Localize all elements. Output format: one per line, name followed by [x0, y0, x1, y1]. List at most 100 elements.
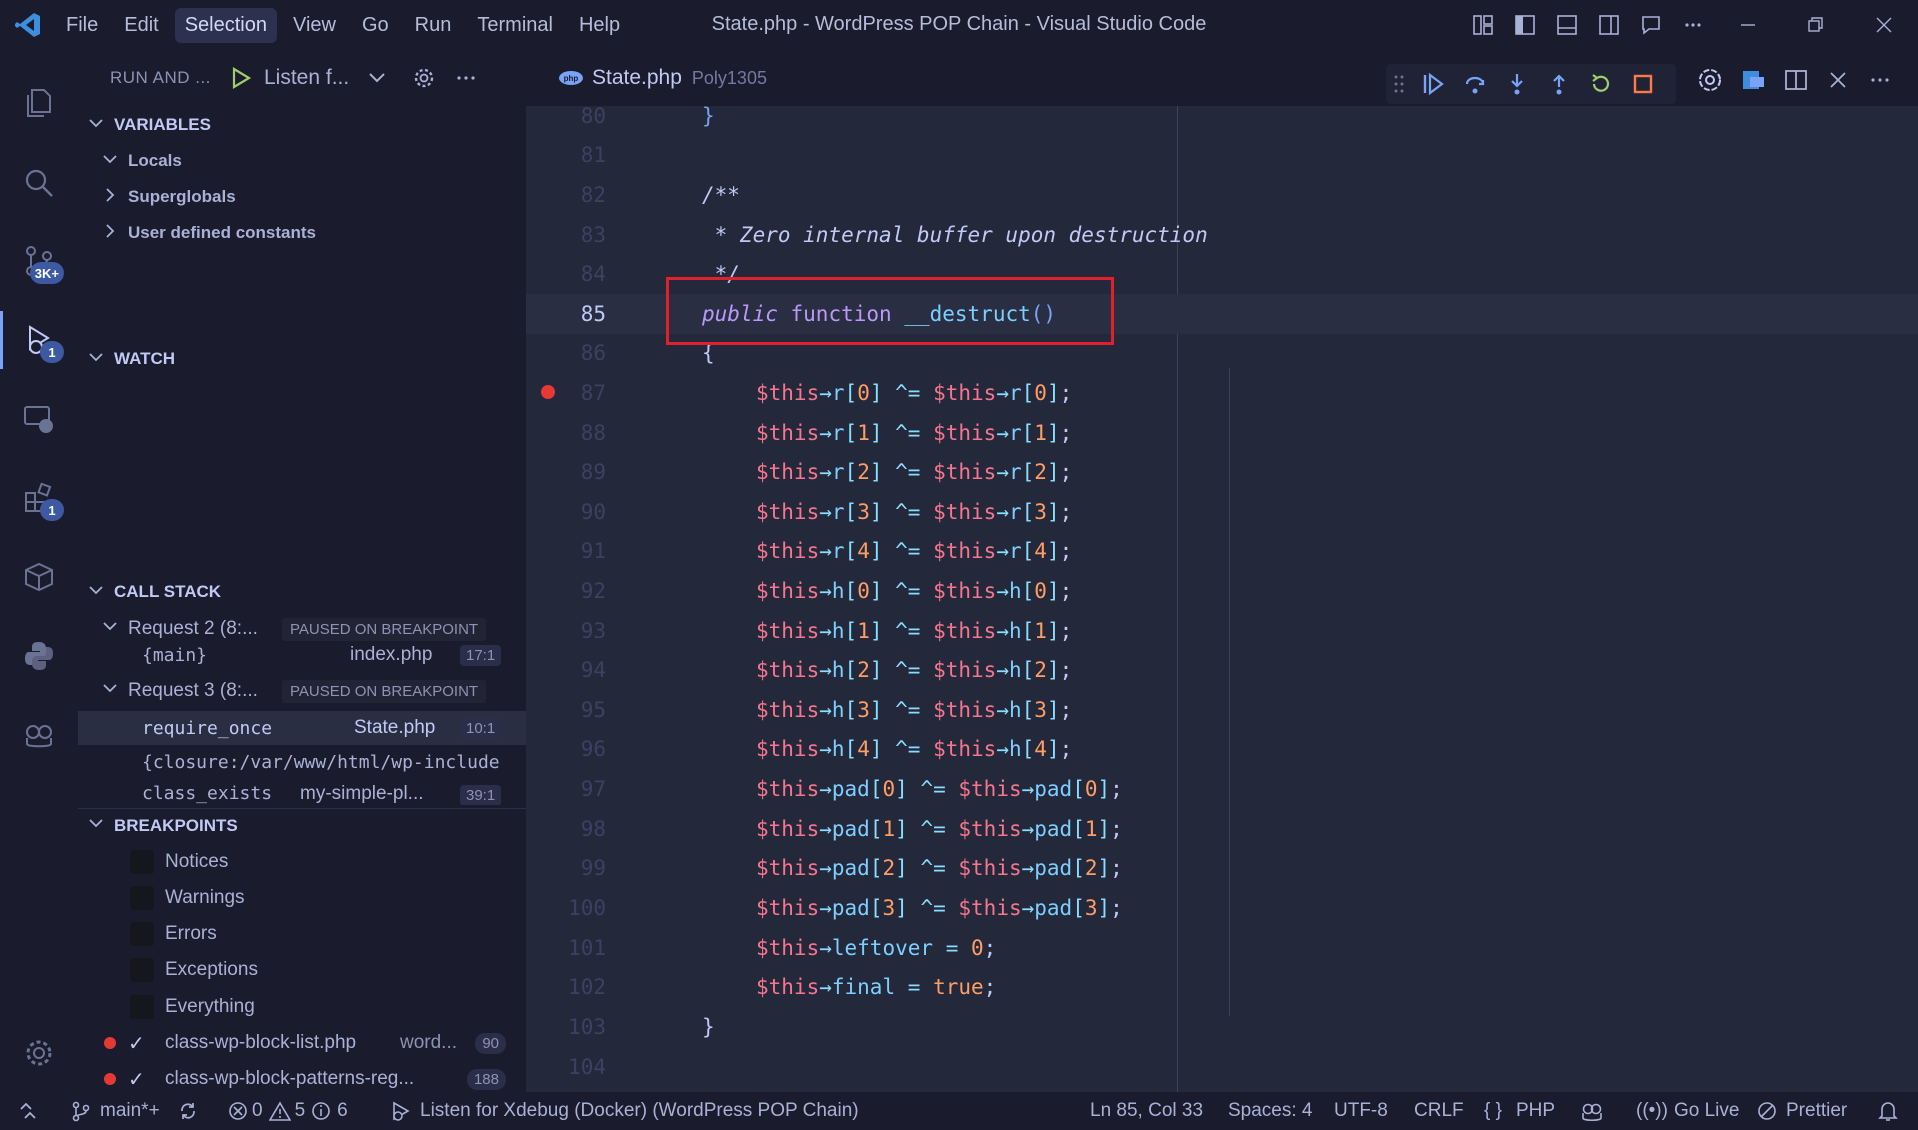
- watch-section-header[interactable]: WATCH: [78, 342, 526, 376]
- sync-icon[interactable]: [178, 1092, 198, 1130]
- toggle-secondary-sidebar-icon[interactable]: [1588, 0, 1630, 50]
- stop-icon[interactable]: [1622, 64, 1664, 104]
- drag-handle-icon[interactable]: [1386, 64, 1412, 104]
- call-stack-section-header[interactable]: CALL STACK: [78, 575, 526, 609]
- menu-run[interactable]: Run: [405, 8, 462, 43]
- code-line: 100 $this→pad[3] ^= $this→pad[3];: [526, 888, 1918, 928]
- call-stack-frame-selected[interactable]: require_once State.php 10:1: [78, 711, 526, 745]
- code-property: h: [1008, 578, 1022, 603]
- prettier-status[interactable]: Prettier: [1756, 1092, 1847, 1130]
- indentation-status[interactable]: Spaces: 4: [1228, 1092, 1313, 1130]
- search-icon[interactable]: [0, 148, 78, 218]
- encoding-status[interactable]: UTF-8: [1334, 1092, 1388, 1130]
- toggle-panel-icon[interactable]: [1546, 0, 1588, 50]
- close-editor-icon[interactable]: [1818, 60, 1858, 100]
- variables-section-header[interactable]: VARIABLES: [78, 108, 526, 142]
- eol-status[interactable]: CRLF: [1414, 1092, 1464, 1130]
- request-name: Request 3 (8:...: [128, 680, 258, 701]
- exception-breakpoint[interactable]: Exceptions: [78, 952, 526, 988]
- exception-breakpoint[interactable]: Errors: [78, 916, 526, 952]
- code-number: 4: [857, 539, 870, 564]
- copilot-status-icon[interactable]: [1580, 1092, 1604, 1130]
- code-number: 1: [1084, 816, 1098, 841]
- python-icon[interactable]: [0, 621, 78, 691]
- branch-status[interactable]: main*+: [70, 1092, 160, 1130]
- restart-icon[interactable]: [1580, 64, 1622, 104]
- toggle-primary-sidebar-icon[interactable]: [1504, 0, 1546, 50]
- chevron-down-icon[interactable]: [367, 68, 387, 88]
- debug-config-label[interactable]: Listen f...: [264, 66, 349, 90]
- menu-view[interactable]: View: [283, 8, 346, 43]
- checkmark-icon[interactable]: ✓: [128, 1031, 145, 1056]
- language-status[interactable]: { } PHP: [1484, 1092, 1555, 1130]
- code-line: 94 $this→h[2] ^= $this→h[2];: [526, 650, 1918, 690]
- split-editor-icon[interactable]: [1776, 60, 1816, 100]
- checkbox[interactable]: [130, 995, 154, 1019]
- menu-edit[interactable]: Edit: [114, 8, 168, 43]
- breakpoints-section-header[interactable]: BREAKPOINTS: [78, 808, 526, 842]
- sidebar-more-icon[interactable]: [455, 67, 477, 89]
- step-into-icon[interactable]: [1496, 64, 1538, 104]
- extensions-icon[interactable]: 1: [0, 463, 78, 533]
- copilot-icon[interactable]: [0, 700, 78, 770]
- file-breakpoint[interactable]: ✓ class-wp-block-patterns-reg... 188: [78, 1061, 526, 1092]
- variables-locals[interactable]: Locals: [78, 144, 526, 178]
- checkbox[interactable]: [130, 958, 154, 982]
- menu-terminal[interactable]: Terminal: [467, 8, 563, 43]
- notifications-bell-icon[interactable]: [1878, 1092, 1898, 1130]
- chatgpt-icon[interactable]: [1690, 60, 1730, 100]
- code-editor[interactable]: 80} 81 82 /** 83 * Zero internal buffer u…: [526, 106, 1918, 1092]
- more-actions-icon[interactable]: [1672, 0, 1714, 50]
- settings-gear-icon[interactable]: [0, 1018, 78, 1088]
- call-stack-frame[interactable]: class_exists my-simple-pl... 39:1: [78, 783, 526, 805]
- run-and-debug-icon[interactable]: 1: [0, 305, 78, 375]
- source-control-icon[interactable]: 3K+: [0, 226, 78, 296]
- checkbox[interactable]: [130, 922, 154, 946]
- checkmark-icon[interactable]: ✓: [128, 1067, 145, 1092]
- exception-breakpoint[interactable]: Notices: [78, 844, 526, 880]
- breakpoint-line: 188: [466, 1068, 506, 1090]
- call-stack-frame[interactable]: {closure:/var/www/html/wp-include: [78, 747, 526, 777]
- explorer-icon[interactable]: [0, 68, 78, 138]
- call-stack-request[interactable]: Request 3 (8:... PAUSED ON BREAKPOINT: [78, 676, 526, 706]
- customize-layout-icon[interactable]: [1462, 0, 1504, 50]
- step-out-icon[interactable]: [1538, 64, 1580, 104]
- close-window-icon[interactable]: [1850, 0, 1918, 50]
- menu-help[interactable]: Help: [569, 8, 630, 43]
- line-number: 82: [580, 182, 606, 207]
- remote-explorer-icon[interactable]: [0, 384, 78, 454]
- continue-icon[interactable]: [1412, 64, 1454, 104]
- breakpoint-gutter-icon[interactable]: [541, 385, 555, 399]
- variables-superglobals[interactable]: Superglobals: [78, 180, 526, 214]
- exception-breakpoint[interactable]: Everything: [78, 989, 526, 1025]
- code-number: 3: [1034, 697, 1047, 722]
- call-stack-frame[interactable]: {main} index.php 17:1: [78, 640, 526, 670]
- editor-more-icon[interactable]: [1860, 60, 1900, 100]
- exception-breakpoint[interactable]: Warnings: [78, 880, 526, 916]
- debug-settings-gear-icon[interactable]: [413, 67, 435, 89]
- go-live-button[interactable]: ((•)) Go Live: [1636, 1092, 1739, 1130]
- variables-user-constants[interactable]: User defined constants: [78, 216, 526, 250]
- debug-session-status[interactable]: Listen for Xdebug (Docker) (WordPress PO…: [390, 1092, 859, 1130]
- tab-state-php[interactable]: php State.php Poly1305: [526, 50, 767, 106]
- menu-file[interactable]: File: [56, 8, 108, 43]
- php-debug-icon[interactable]: [1733, 60, 1773, 100]
- paused-badge: PAUSED ON BREAKPOINT: [282, 679, 487, 703]
- restore-icon[interactable]: [1782, 0, 1850, 50]
- minimize-icon[interactable]: [1714, 0, 1782, 50]
- checkbox[interactable]: [130, 886, 154, 910]
- chat-icon[interactable]: [1630, 0, 1672, 50]
- start-debugging-icon[interactable]: [230, 67, 252, 89]
- checkbox[interactable]: [130, 850, 154, 874]
- file-breakpoint[interactable]: ✓ class-wp-block-list.php word... 90: [78, 1025, 526, 1061]
- code-operator: ^=: [895, 499, 921, 524]
- remote-indicator-icon[interactable]: [18, 1092, 38, 1130]
- code-variable: $this: [756, 895, 820, 920]
- cursor-position[interactable]: Ln 85, Col 33: [1090, 1092, 1203, 1130]
- menu-go[interactable]: Go: [352, 8, 399, 43]
- step-over-icon[interactable]: [1454, 64, 1496, 104]
- menu-selection[interactable]: Selection: [174, 7, 277, 43]
- problems-status[interactable]: 0 5 6: [228, 1092, 348, 1130]
- code-operator: ^=: [895, 697, 921, 722]
- containers-icon[interactable]: [0, 542, 78, 612]
